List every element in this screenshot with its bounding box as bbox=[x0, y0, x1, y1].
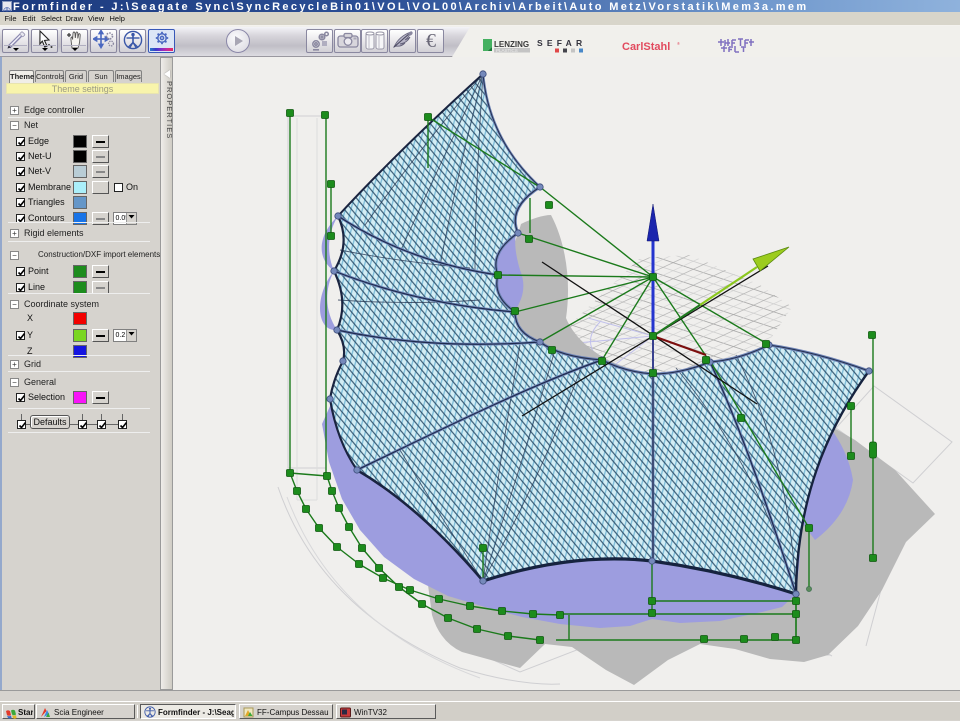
svg-text:PLASTICS: PLASTICS bbox=[496, 48, 518, 53]
svg-text:®: ® bbox=[677, 41, 680, 46]
svg-text:SEFAR: SEFAR bbox=[537, 38, 586, 48]
svg-text:€: € bbox=[426, 30, 436, 52]
svg-text:CarlStahl: CarlStahl bbox=[622, 41, 670, 53]
